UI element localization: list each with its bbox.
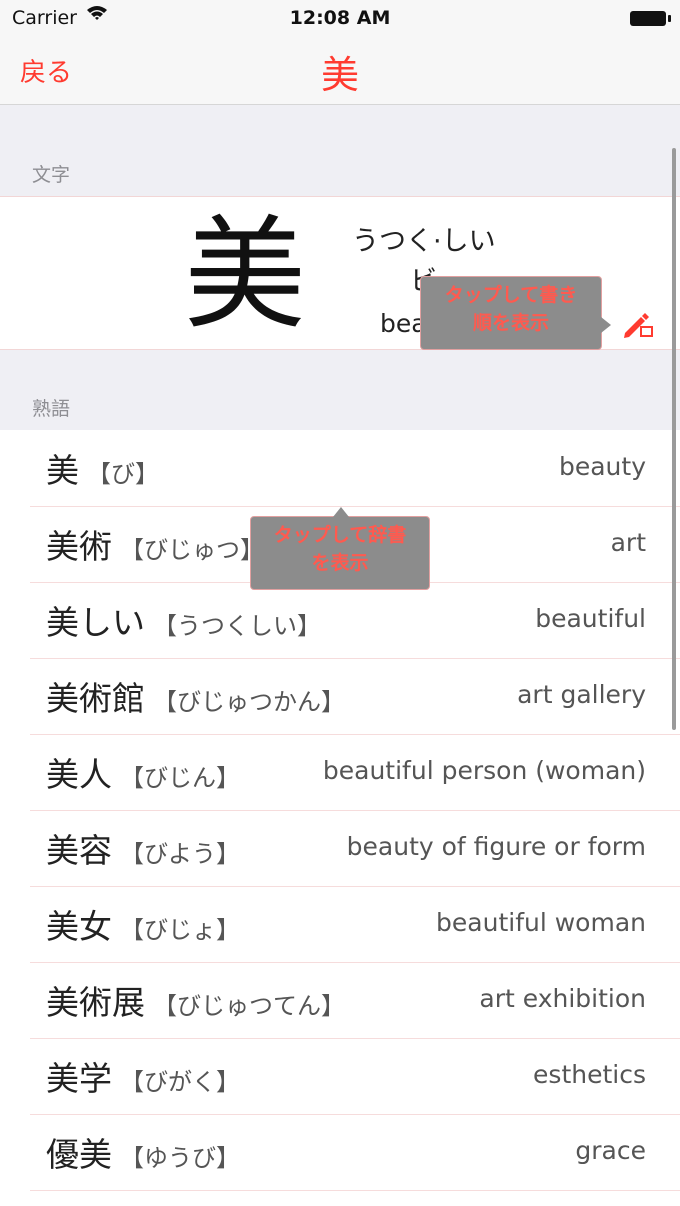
compound-meaning: beautiful: [535, 604, 646, 633]
list-item[interactable]: 美しい 【うつくしい】 beautiful: [30, 582, 680, 659]
compound-meaning: beautiful woman: [436, 908, 646, 937]
battery-icon: [630, 11, 671, 26]
list-item[interactable]: 美人 【びじん】 beautiful person (woman): [30, 734, 680, 811]
tooltip-line: タップして辞書: [273, 524, 407, 546]
status-bar: Carrier 12:08 AM: [0, 0, 680, 34]
scroll-indicator[interactable]: [672, 148, 676, 730]
nav-title: 美: [320, 53, 359, 97]
dictionary-tooltip: タップして辞書 を表示: [250, 507, 430, 590]
compound-meaning: beauty of figure or form: [346, 832, 646, 861]
compound-word: 美【び】: [46, 451, 159, 490]
kanji-glyph[interactable]: 美: [184, 205, 306, 345]
compound-word: 美術 【びじゅつ】: [46, 527, 264, 566]
compound-reading: 【びよう】: [120, 840, 240, 868]
compound-reading: 【びじん】: [120, 764, 240, 792]
compound-word: 美容 【びよう】: [46, 831, 240, 870]
compound-reading: 【ゆうび】: [120, 1144, 240, 1172]
compound-word: 美術展 【びじゅつてん】: [46, 983, 345, 1022]
compound-reading: 【び】: [87, 460, 159, 488]
compound-word: 美学 【びがく】: [46, 1059, 240, 1098]
compound-meaning: art exhibition: [479, 984, 646, 1013]
section-header-label: 文字: [32, 164, 71, 186]
list-item[interactable]: 美容 【びよう】 beauty of figure or form: [30, 810, 680, 887]
compound-reading: 【うつくしい】: [153, 612, 321, 640]
list-item[interactable]: 美術展 【びじゅつてん】 art exhibition: [30, 962, 680, 1039]
kun-reading: うつく·しい: [352, 226, 496, 257]
compound-word: 美人 【びじん】: [46, 755, 240, 794]
tooltip-line: 順を表示: [472, 312, 549, 334]
compound-meaning: art gallery: [517, 680, 646, 709]
compound-reading: 【びじょ】: [120, 916, 240, 944]
tooltip-line: タップして書き: [444, 284, 578, 306]
compound-meaning: beauty: [558, 452, 646, 481]
compound-reading: 【びじゅつ】: [120, 536, 264, 564]
tooltip-line: を表示: [311, 552, 369, 574]
list-item[interactable]: 優美 【ゆうび】 grace: [30, 1114, 680, 1191]
compound-word: 美しい 【うつくしい】: [46, 603, 321, 642]
stroke-order-tooltip: タップして書き 順を表示: [420, 276, 611, 350]
compound-meaning: esthetics: [533, 1060, 646, 1089]
list-item[interactable]: 美学 【びがく】 esthetics: [30, 1038, 680, 1115]
list-item[interactable]: 美【び】 beauty: [30, 430, 680, 507]
compound-reading: 【びがく】: [120, 1068, 240, 1096]
compound-meaning: art: [610, 528, 646, 557]
status-time: 12:08 AM: [289, 7, 391, 29]
list-item[interactable]: 美術館 【びじゅつかん】 art gallery: [30, 658, 680, 735]
compound-meaning: beautiful person (woman): [322, 756, 646, 785]
compound-reading: 【びじゅつてん】: [153, 992, 345, 1020]
list-item[interactable]: 美女 【びじょ】 beautiful woman: [30, 886, 680, 963]
compound-word: 美女 【びじょ】: [46, 907, 240, 946]
compound-meaning: grace: [575, 1136, 646, 1165]
compound-word: 美術館 【びじゅつかん】: [46, 679, 345, 718]
pencil-icon[interactable]: [621, 309, 655, 339]
navigation-bar: 戻る 美: [0, 34, 680, 105]
section-header-label: 熟語: [32, 398, 71, 420]
compound-word: 優美 【ゆうび】: [46, 1135, 240, 1174]
compound-reading: 【びじゅつかん】: [153, 688, 345, 716]
